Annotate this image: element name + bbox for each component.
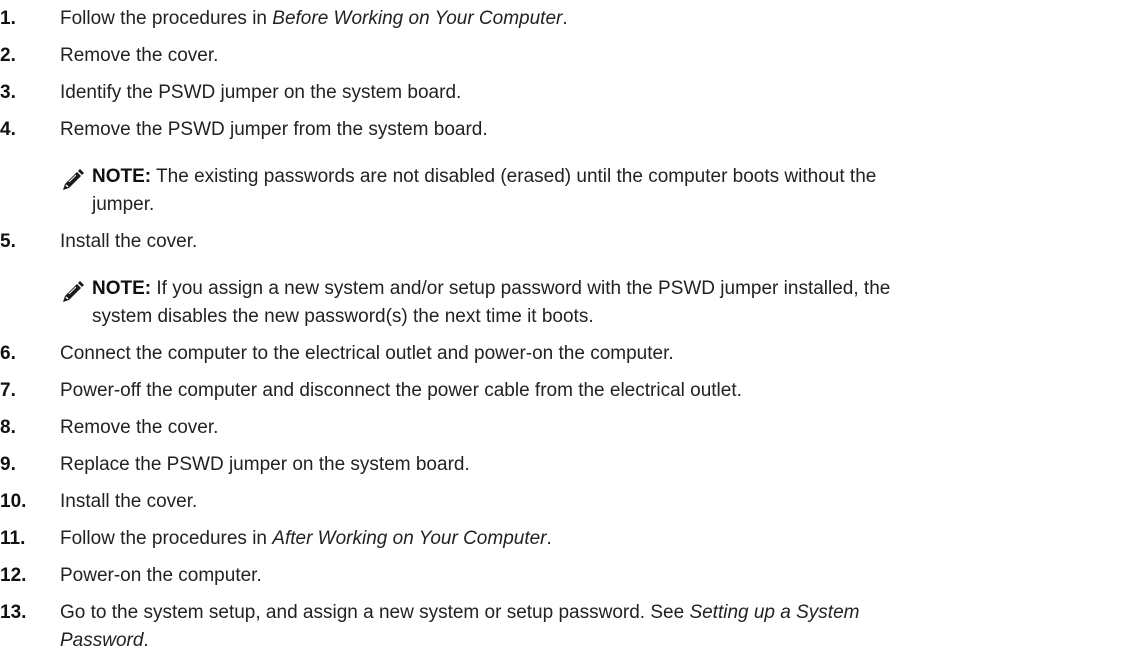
step-number: 13. bbox=[0, 602, 27, 623]
note-line-2: jumper. bbox=[92, 194, 155, 215]
step-text: Remove the cover. bbox=[60, 45, 219, 66]
cross-reference: Password bbox=[60, 630, 144, 651]
step-text-prefix: Follow the procedures in bbox=[60, 8, 273, 29]
step-number: 8. bbox=[0, 417, 16, 438]
note-line-2: system disables the new password(s) the … bbox=[92, 306, 594, 327]
procedure-page: 1. Follow the procedures in Before Worki… bbox=[0, 0, 1148, 664]
step-text: Go to the system setup, and assign a new… bbox=[60, 599, 859, 627]
step-number: 10. bbox=[0, 491, 27, 512]
step-number: 2. bbox=[0, 45, 16, 66]
step-text-prefix: Go to the system setup, and assign a new… bbox=[60, 602, 690, 623]
step-text: Follow the procedures in Before Working … bbox=[60, 5, 568, 33]
note-1: NOTE: The existing passwords are not dis… bbox=[60, 163, 1145, 225]
step-number: 12. bbox=[0, 565, 27, 586]
note-line-1: NOTE: If you assign a new system and/or … bbox=[92, 275, 890, 303]
note-label: NOTE: bbox=[92, 166, 152, 187]
step-text: Follow the procedures in After Working o… bbox=[60, 525, 552, 553]
pencil-note-icon bbox=[60, 167, 86, 193]
step-text: Install the cover. bbox=[60, 491, 198, 512]
step-text-suffix: . bbox=[143, 630, 149, 651]
cross-reference: After Working on Your Computer bbox=[272, 528, 547, 549]
step-number: 6. bbox=[0, 343, 16, 364]
step-number: 11. bbox=[0, 528, 26, 549]
step-13-continuation: Password. bbox=[60, 627, 149, 655]
note-text: If you assign a new system and/or setup … bbox=[151, 278, 891, 299]
note-label: NOTE: bbox=[92, 278, 152, 299]
step-text-suffix: . bbox=[562, 8, 568, 29]
step-text: Install the cover. bbox=[60, 231, 198, 252]
step-text: Identify the PSWD jumper on the system b… bbox=[60, 82, 462, 103]
step-text: Power-off the computer and disconnect th… bbox=[60, 380, 742, 401]
step-text-suffix: . bbox=[546, 528, 552, 549]
step-number: 3. bbox=[0, 82, 16, 103]
step-number: 9. bbox=[0, 454, 16, 475]
step-number: 1. bbox=[0, 8, 16, 29]
step-text-prefix: Follow the procedures in bbox=[60, 528, 273, 549]
step-number: 7. bbox=[0, 380, 16, 401]
step-text: Connect the computer to the electrical o… bbox=[60, 343, 674, 364]
note-line-1: NOTE: The existing passwords are not dis… bbox=[92, 163, 876, 191]
step-text: Remove the cover. bbox=[60, 417, 219, 438]
note-2: NOTE: If you assign a new system and/or … bbox=[60, 275, 1145, 337]
cross-reference: Before Working on Your Computer bbox=[272, 8, 563, 29]
note-text: The existing passwords are not disabled … bbox=[151, 166, 877, 187]
cross-reference: Setting up a System bbox=[689, 602, 860, 623]
step-number: 5. bbox=[0, 231, 16, 252]
step-number: 4. bbox=[0, 119, 16, 140]
step-text: Power-on the computer. bbox=[60, 565, 262, 586]
step-text: Replace the PSWD jumper on the system bo… bbox=[60, 454, 470, 475]
pencil-note-icon bbox=[60, 279, 86, 305]
step-text: Remove the PSWD jumper from the system b… bbox=[60, 119, 488, 140]
